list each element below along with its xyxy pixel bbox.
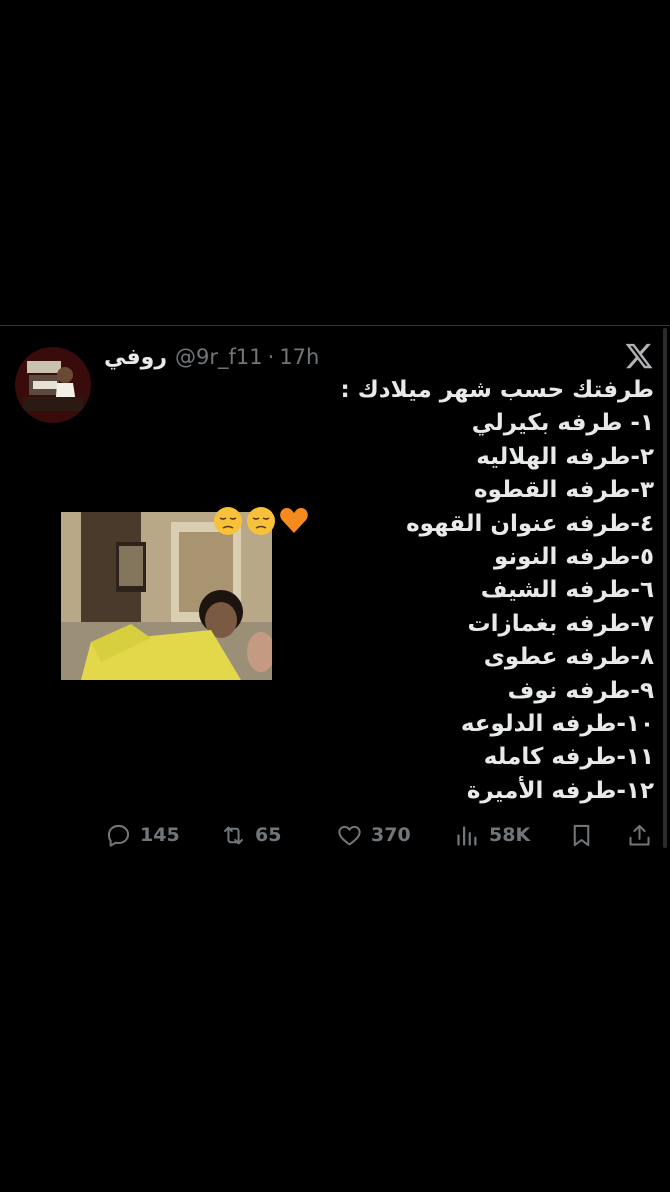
tweet-header: روفي @9r_f11 · 17h: [104, 340, 319, 374]
reply-icon: [107, 824, 130, 847]
orange-heart-icon: [280, 508, 308, 533]
pensive-face-icon: [247, 507, 275, 535]
timestamp[interactable]: 17h: [279, 345, 319, 369]
tweet-line: ٢-طرفه الهلاليه: [476, 443, 654, 470]
tweet-line: ١١-طرفه كامله: [483, 744, 654, 771]
tweet-actions: 145 65 370 58K: [0, 816, 670, 854]
pensive-face-icon: [214, 507, 242, 535]
tweet-line: طرفتك حسب شهر ميلادك :: [340, 377, 654, 403]
tweet-line: ٥-طرفه النونو: [494, 544, 654, 571]
display-name[interactable]: روفي: [104, 345, 167, 370]
views-button[interactable]: 58K: [454, 816, 530, 854]
tweet-text: طرفتك حسب شهر ميلادك : ١- طرفه بكيرلي ٢-…: [294, 374, 654, 808]
bookmark-icon: [573, 824, 590, 846]
share-icon: [629, 824, 650, 846]
bookmark-button[interactable]: [568, 816, 595, 854]
retweet-icon: [224, 826, 243, 844]
like-count: 370: [371, 824, 411, 846]
retweet-count: 65: [255, 824, 282, 846]
views-icon: [457, 826, 477, 846]
reply-count: 145: [140, 824, 180, 846]
screenshot-page: روفي @9r_f11 · 17h طرفتك حسب شهر ميلادك …: [0, 0, 670, 1192]
views-count: 58K: [489, 824, 531, 846]
avatar-image: [15, 347, 91, 423]
tweet-line: ٩-طرفه نوف: [507, 677, 654, 704]
tweet-line: ٤-طرفه عنوان القهوه: [406, 510, 654, 537]
tweet-line: ٧-طرفه بغمازات: [467, 610, 655, 637]
retweet-button[interactable]: 65: [220, 816, 281, 854]
share-button[interactable]: [626, 816, 653, 854]
top-divider: [0, 325, 670, 326]
avatar[interactable]: [15, 347, 91, 423]
reply-button[interactable]: 145: [105, 816, 180, 854]
emoji-overlay: [212, 505, 310, 539]
handle[interactable]: @9r_f11: [175, 345, 263, 369]
heart-icon: [338, 825, 361, 846]
like-button[interactable]: 370: [336, 816, 411, 854]
tweet-line: ١٢-طرفه الأميرة: [466, 777, 654, 804]
tweet-meta: @9r_f11 · 17h: [175, 345, 319, 369]
tweet-line: ٦-طرفه الشيف: [480, 577, 654, 604]
x-logo-icon: [625, 343, 653, 369]
tweet-line: ١٠-طرفه الدلوعه: [460, 711, 654, 738]
scrollbar[interactable]: [663, 328, 667, 848]
tweet-line: ١- طرفه بكيرلي: [471, 410, 654, 437]
tweet-line: ٨-طرفه عطوى: [483, 644, 654, 671]
tweet-line: ٣-طرفه القطوه: [473, 477, 654, 504]
meta-separator: ·: [267, 345, 275, 369]
